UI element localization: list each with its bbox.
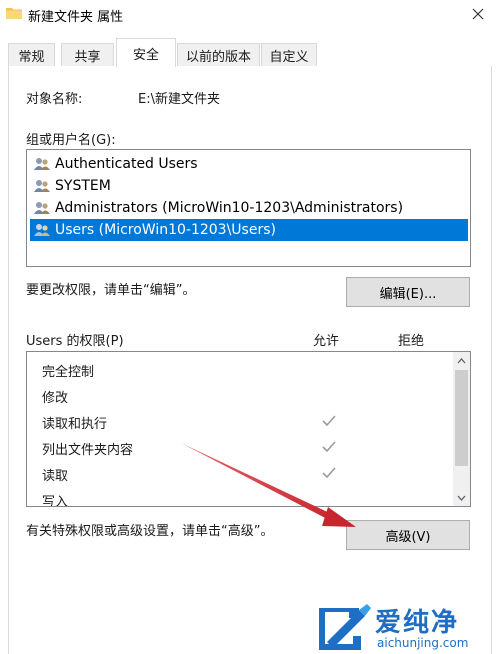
permissions-list[interactable]: 完全控制 修改 读取和执行 列出文件夹内容 读取 写入 xyxy=(26,351,471,507)
groups-list[interactable]: Authenticated Users SYSTEM Administrator… xyxy=(26,149,471,267)
permission-name: 完全控制 xyxy=(42,365,95,380)
advanced-hint: 有关特殊权限或高级设置，请单击“高级”。 xyxy=(26,524,274,539)
edit-button-label: 编辑(E)... xyxy=(379,286,437,302)
users-icon xyxy=(34,158,50,170)
chevron-up-icon xyxy=(457,357,466,363)
chevron-down-icon xyxy=(457,495,466,501)
tab-security[interactable]: 安全 xyxy=(116,38,176,67)
window-title: 新建文件夹 属性 xyxy=(28,10,124,25)
tab-label: 以前的版本 xyxy=(185,49,251,65)
permissions-title: Users 的权限(P) xyxy=(26,334,124,349)
scroll-down-button[interactable] xyxy=(453,489,470,506)
close-icon xyxy=(472,8,484,20)
allow-check-icon xyxy=(322,467,336,479)
scroll-thumb[interactable] xyxy=(455,370,468,466)
title-bar: 新建文件夹 属性 xyxy=(0,0,500,30)
groups-label: 组或用户名(G): xyxy=(26,133,116,148)
object-name-value: E:\新建文件夹 xyxy=(138,92,220,107)
permission-name: 读取和执行 xyxy=(42,417,108,432)
group-name: Users (MicroWin10-1203\Users) xyxy=(55,222,276,238)
list-item-selected[interactable]: Users (MicroWin10-1203\Users) xyxy=(30,219,468,241)
users-icon xyxy=(34,202,50,214)
group-name: Administrators (MicroWin10-1203\Administ… xyxy=(55,200,404,216)
tab-previous-versions[interactable]: 以前的版本 xyxy=(177,43,260,66)
allow-header: 允许 xyxy=(313,334,340,349)
edit-hint: 要更改权限，请单击“编辑”。 xyxy=(26,283,196,298)
group-name: Authenticated Users xyxy=(55,156,198,172)
advanced-button[interactable]: 高级(V) xyxy=(346,520,470,550)
users-icon xyxy=(34,180,50,192)
edit-button[interactable]: 编辑(E)... xyxy=(346,277,470,307)
tab-label: 安全 xyxy=(132,47,159,63)
deny-header: 拒绝 xyxy=(398,334,425,349)
tab-sharing[interactable]: 共享 xyxy=(61,43,114,66)
advanced-button-label: 高级(V) xyxy=(385,529,431,545)
folder-icon xyxy=(6,8,22,19)
watermark-logo-icon xyxy=(319,604,371,650)
permission-name: 读取 xyxy=(42,469,69,484)
watermark-url: aichunjing.com xyxy=(377,636,469,650)
list-item[interactable]: Administrators (MicroWin10-1203\Administ… xyxy=(30,197,468,219)
tab-customize[interactable]: 自定义 xyxy=(261,43,317,66)
scroll-up-button[interactable] xyxy=(453,352,470,369)
permissions-scrollbar[interactable] xyxy=(453,352,470,506)
permission-name: 列出文件夹内容 xyxy=(42,443,134,458)
watermark-brand: 爱纯净 xyxy=(375,608,460,638)
allow-check-icon xyxy=(322,441,336,453)
list-item[interactable]: SYSTEM xyxy=(30,175,468,197)
object-name-label: 对象名称: xyxy=(26,92,83,107)
permission-name: 写入 xyxy=(42,495,69,507)
permission-name: 修改 xyxy=(42,391,69,406)
group-name: SYSTEM xyxy=(55,178,111,194)
list-item[interactable]: Authenticated Users xyxy=(30,153,468,175)
tab-general[interactable]: 常规 xyxy=(8,43,55,66)
tab-label: 自定义 xyxy=(269,49,309,65)
tab-label: 共享 xyxy=(74,49,101,65)
allow-check-icon xyxy=(322,415,336,427)
users-icon xyxy=(34,224,50,236)
close-button[interactable] xyxy=(466,4,490,24)
tab-label: 常规 xyxy=(18,49,45,65)
watermark: 爱纯净 aichunjing.com xyxy=(313,602,499,654)
